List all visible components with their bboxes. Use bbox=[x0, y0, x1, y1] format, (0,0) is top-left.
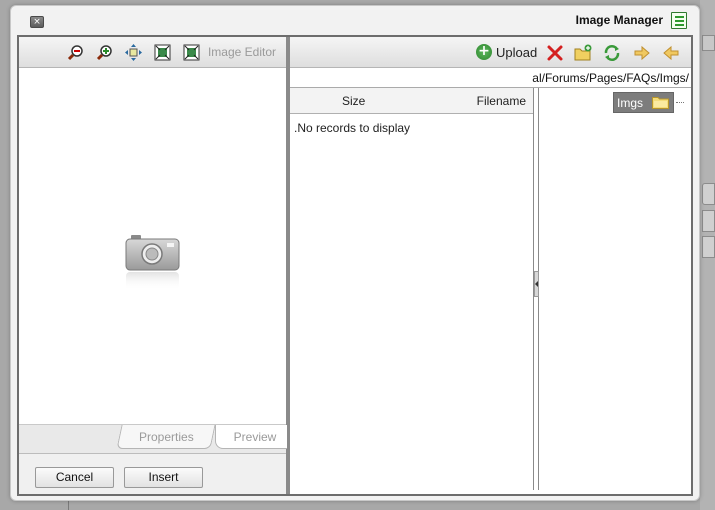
image-editor-toolbar: Image Editor bbox=[19, 37, 286, 68]
dialog-title: Image Manager bbox=[575, 13, 663, 27]
grid-tree-splitter[interactable] bbox=[534, 88, 539, 490]
best-fit-icon[interactable] bbox=[154, 44, 171, 61]
upload-label: Upload bbox=[496, 45, 538, 60]
tab-properties-label: Properties bbox=[138, 430, 194, 444]
background-control bbox=[702, 210, 715, 232]
file-browser-toolbar: + Upload bbox=[290, 37, 691, 68]
close-icon[interactable]: × bbox=[30, 16, 44, 28]
background-control bbox=[702, 236, 715, 258]
tab-preview[interactable]: Preview bbox=[215, 425, 295, 449]
file-browser-panel: + Upload al/Forums/Pages/FAQs/Imgs/ Size… bbox=[290, 37, 691, 494]
back-icon[interactable] bbox=[662, 44, 680, 62]
camera-icon bbox=[125, 235, 180, 290]
tree-node-selected[interactable]: Imgs bbox=[613, 92, 674, 113]
delete-icon[interactable] bbox=[546, 44, 564, 62]
tab-properties[interactable]: Properties bbox=[116, 425, 216, 449]
insert-button[interactable]: Insert bbox=[124, 467, 203, 488]
folder-icon bbox=[652, 97, 669, 109]
zoom-out-icon[interactable] bbox=[67, 44, 84, 61]
zoom-in-icon[interactable] bbox=[96, 44, 113, 61]
background-page-edge bbox=[700, 0, 715, 510]
empty-grid-message: .No records to display bbox=[294, 121, 411, 135]
column-header-size[interactable]: Size bbox=[342, 94, 365, 108]
dialog-titlebar: × Image Manager bbox=[11, 6, 699, 36]
new-folder-icon[interactable] bbox=[574, 44, 592, 62]
cancel-button[interactable]: Cancel bbox=[35, 467, 114, 488]
editor-tabs: Properties Preview bbox=[19, 424, 295, 454]
dialog-content-frame: Image Editor Properties Preview Cancel I… bbox=[17, 35, 693, 496]
actual-size-icon[interactable] bbox=[183, 44, 200, 61]
column-header-filename[interactable]: Filename bbox=[477, 94, 526, 108]
path-bar: al/Forums/Pages/FAQs/Imgs/ bbox=[290, 68, 691, 88]
folder-tree: Imgs bbox=[540, 88, 691, 490]
collapse-handle[interactable] bbox=[534, 271, 539, 297]
current-path: al/Forums/Pages/FAQs/Imgs/ bbox=[532, 71, 689, 85]
image-manager-dialog: × Image Manager Image Editor Properties … bbox=[10, 5, 700, 501]
image-editor-panel: Image Editor Properties Preview Cancel I… bbox=[19, 37, 295, 494]
upload-icon: + bbox=[476, 44, 492, 60]
image-manager-icon bbox=[671, 12, 687, 29]
refresh-icon[interactable] bbox=[603, 44, 621, 62]
image-editor-label: Image Editor bbox=[207, 45, 276, 59]
forward-icon[interactable] bbox=[633, 44, 651, 62]
file-grid: Size Filename .No records to display bbox=[290, 88, 534, 490]
background-control bbox=[702, 35, 715, 51]
dialog-actions: Cancel Insert bbox=[19, 454, 286, 494]
move-icon[interactable] bbox=[125, 44, 142, 61]
background-control bbox=[702, 183, 715, 205]
tree-connector bbox=[676, 102, 684, 103]
tree-node-label: Imgs bbox=[617, 96, 644, 110]
grid-header: Size Filename bbox=[290, 88, 533, 114]
